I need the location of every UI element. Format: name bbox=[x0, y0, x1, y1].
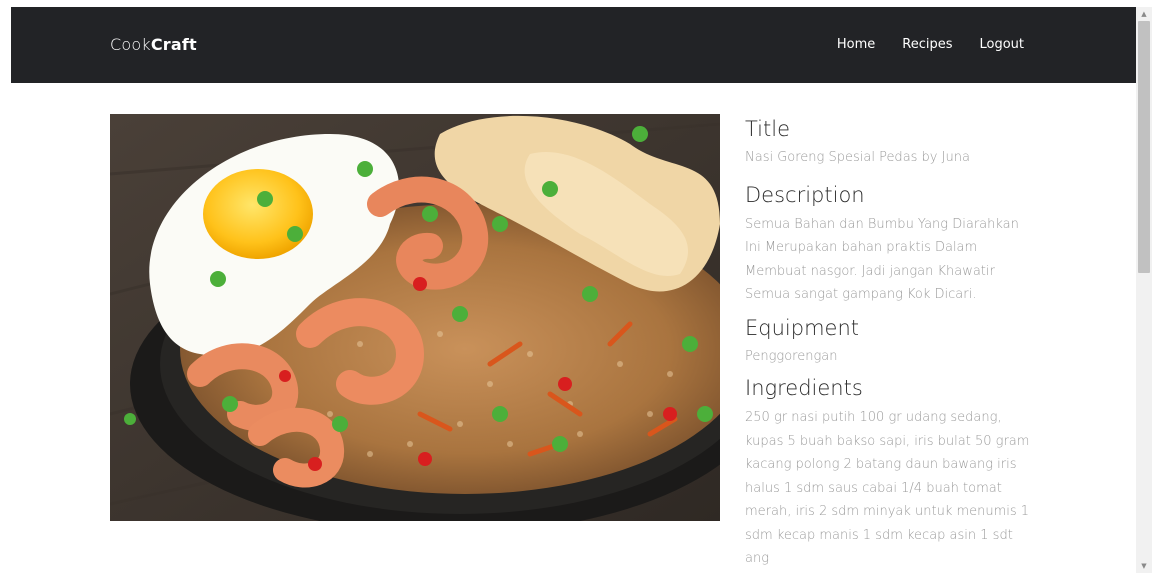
main-nav: Home Recipes Logout bbox=[837, 37, 1024, 53]
scrollbar-thumb[interactable] bbox=[1138, 21, 1150, 273]
equipment-value: Penggorengan bbox=[745, 348, 838, 364]
vertical-scrollbar[interactable]: ▲ ▼ bbox=[1136, 7, 1152, 573]
brand-name-part2: Craft bbox=[150, 35, 197, 54]
title-heading: Title bbox=[745, 117, 791, 141]
arrow-up-icon[interactable]: ▲ bbox=[1136, 7, 1152, 21]
title-value: Nasi Goreng Spesial Pedas by Juna bbox=[745, 150, 970, 165]
nav-link-recipes[interactable]: Recipes bbox=[902, 37, 952, 53]
equipment-heading: Equipment bbox=[745, 315, 859, 340]
browser-frame: CookCraft Home Recipes Logout Title Nasi… bbox=[0, 0, 1152, 573]
page-viewport: CookCraft Home Recipes Logout Title Nasi… bbox=[11, 7, 1136, 573]
navbar: CookCraft Home Recipes Logout bbox=[11, 7, 1136, 83]
arrow-down-icon[interactable]: ▼ bbox=[1136, 559, 1152, 573]
brand-logo-link[interactable]: CookCraft bbox=[110, 35, 197, 55]
nav-link-logout[interactable]: Logout bbox=[979, 37, 1024, 53]
ingredients-value: 250 gr nasi putih 100 gr udang sedang, k… bbox=[745, 410, 1030, 566]
description-value: Semua Bahan dan Bumbu Yang Diarahkan Ini… bbox=[745, 216, 1019, 303]
ingredients-heading: Ingredients bbox=[745, 376, 863, 400]
brand-name-part1: Cook bbox=[110, 35, 151, 54]
recipe-details: Title Nasi Goreng Spesial Pedas by Juna … bbox=[745, 114, 1037, 571]
description-heading: Description bbox=[745, 182, 865, 207]
recipe-image bbox=[110, 114, 720, 521]
nav-link-home[interactable]: Home bbox=[837, 37, 875, 53]
